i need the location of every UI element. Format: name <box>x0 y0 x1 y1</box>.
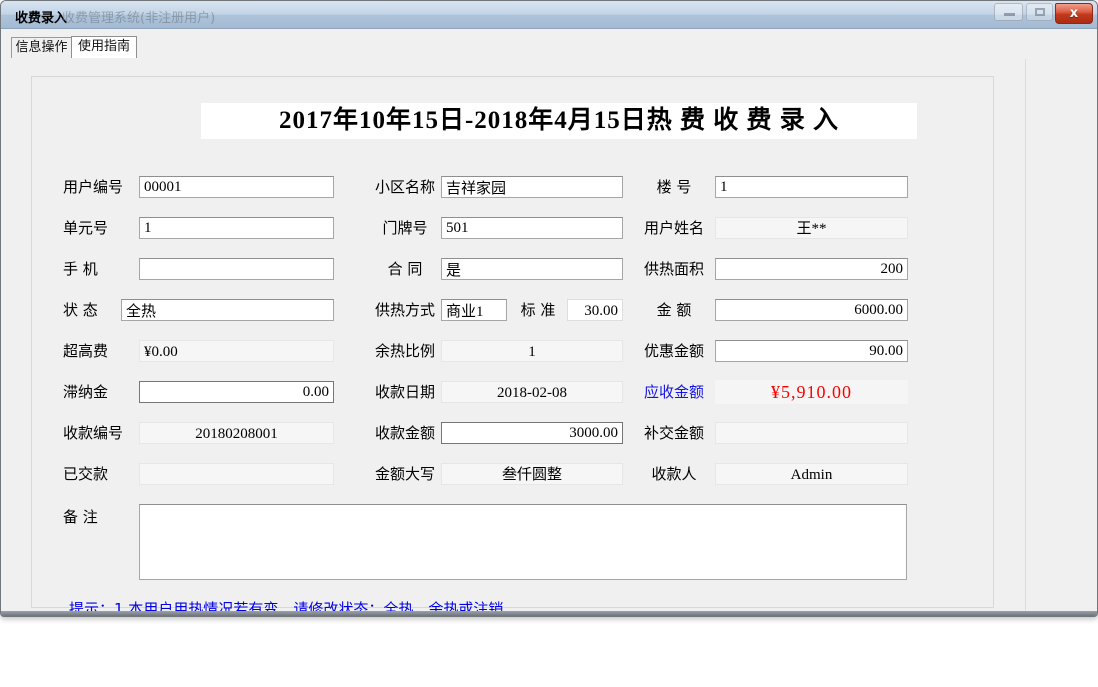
heating-mode-input[interactable] <box>441 299 507 321</box>
receivable-label: 应收金额 <box>639 381 709 403</box>
amount-words-value: 叁仟圆整 <box>441 463 623 485</box>
receive-date-value: 2018-02-08 <box>441 381 623 403</box>
makeup-amount-label: 补交金额 <box>639 422 709 444</box>
received-amount-label: 收款金额 <box>369 422 441 444</box>
fee-entry-window: 收费录入 收费管理系统(非注册用户) x 信息操作 使用指南 2017年10年1… <box>0 0 1098 617</box>
unit-input[interactable] <box>139 217 334 239</box>
window-bottom-frame <box>1 611 1097 616</box>
receipt-no-value: 20180208001 <box>139 422 334 444</box>
community-input[interactable] <box>441 176 623 198</box>
over-fee-value: ¥0.00 <box>139 340 334 362</box>
area-input[interactable] <box>715 258 908 280</box>
area-label: 供热面积 <box>639 258 709 280</box>
cashier-label: 收款人 <box>639 463 709 485</box>
contract-input[interactable] <box>441 258 623 280</box>
building-input[interactable] <box>715 176 908 198</box>
minimize-icon <box>1004 13 1015 16</box>
late-fee-input[interactable] <box>139 381 334 403</box>
tab-page-edge <box>1025 59 1026 613</box>
door-label: 门牌号 <box>369 217 441 239</box>
late-fee-label: 滞纳金 <box>63 381 141 403</box>
discount-label: 优惠金额 <box>639 340 709 362</box>
window-title: 收费录入 <box>15 7 67 26</box>
maximize-icon <box>1035 8 1045 16</box>
over-fee-label: 超高费 <box>63 340 141 362</box>
rate-label: 标 准 <box>514 299 562 321</box>
makeup-amount-value <box>715 422 908 444</box>
amount-input[interactable] <box>715 299 908 321</box>
discount-input[interactable] <box>715 340 908 362</box>
amount-words-label: 金额大写 <box>369 463 441 485</box>
owner-label: 用户姓名 <box>639 217 709 239</box>
amount-label: 金 额 <box>639 299 709 321</box>
status-input[interactable] <box>121 299 334 321</box>
contract-label: 合 同 <box>369 258 441 280</box>
remark-label: 备 注 <box>63 506 141 528</box>
close-button[interactable]: x <box>1055 3 1093 24</box>
close-icon: x <box>1070 6 1078 21</box>
receipt-no-label: 收款编号 <box>63 422 141 444</box>
tab-info-operation[interactable]: 信息操作 <box>11 37 72 58</box>
tab-label: 使用指南 <box>78 39 130 54</box>
tab-strip: 信息操作 使用指南 <box>1 29 1097 59</box>
mobile-input[interactable] <box>139 258 334 280</box>
remark-textarea[interactable] <box>139 504 907 580</box>
building-label: 楼 号 <box>639 176 709 198</box>
heating-mode-label: 供热方式 <box>369 299 441 321</box>
residual-ratio-value: 1 <box>441 340 623 362</box>
maximize-button[interactable] <box>1026 3 1053 21</box>
cashier-value: Admin <box>715 463 908 485</box>
door-input[interactable] <box>441 217 623 239</box>
receive-date-label: 收款日期 <box>369 381 441 403</box>
received-amount-input[interactable] <box>441 422 623 444</box>
page-title: 2017年10年15日-2018年4月15日热 费 收 费 录 入 <box>201 103 917 139</box>
paid-label: 已交款 <box>63 463 141 485</box>
owner-value: 王** <box>715 217 908 239</box>
community-label: 小区名称 <box>369 176 441 198</box>
tab-label: 信息操作 <box>15 40 67 55</box>
minimize-button[interactable] <box>994 3 1023 21</box>
receivable-value: ¥5,910.00 <box>715 380 908 404</box>
unit-label: 单元号 <box>63 217 141 239</box>
user-id-input[interactable] <box>139 176 334 198</box>
title-bar[interactable]: 收费录入 收费管理系统(非注册用户) x <box>1 1 1097 29</box>
rate-value: 30.00 <box>567 299 623 321</box>
background-window-title: 收费管理系统(非注册用户) <box>62 7 215 26</box>
paid-value <box>139 463 334 485</box>
tab-user-guide[interactable]: 使用指南 <box>71 36 137 58</box>
mobile-label: 手 机 <box>63 258 141 280</box>
user-id-label: 用户编号 <box>63 176 141 198</box>
residual-ratio-label: 余热比例 <box>369 340 441 362</box>
